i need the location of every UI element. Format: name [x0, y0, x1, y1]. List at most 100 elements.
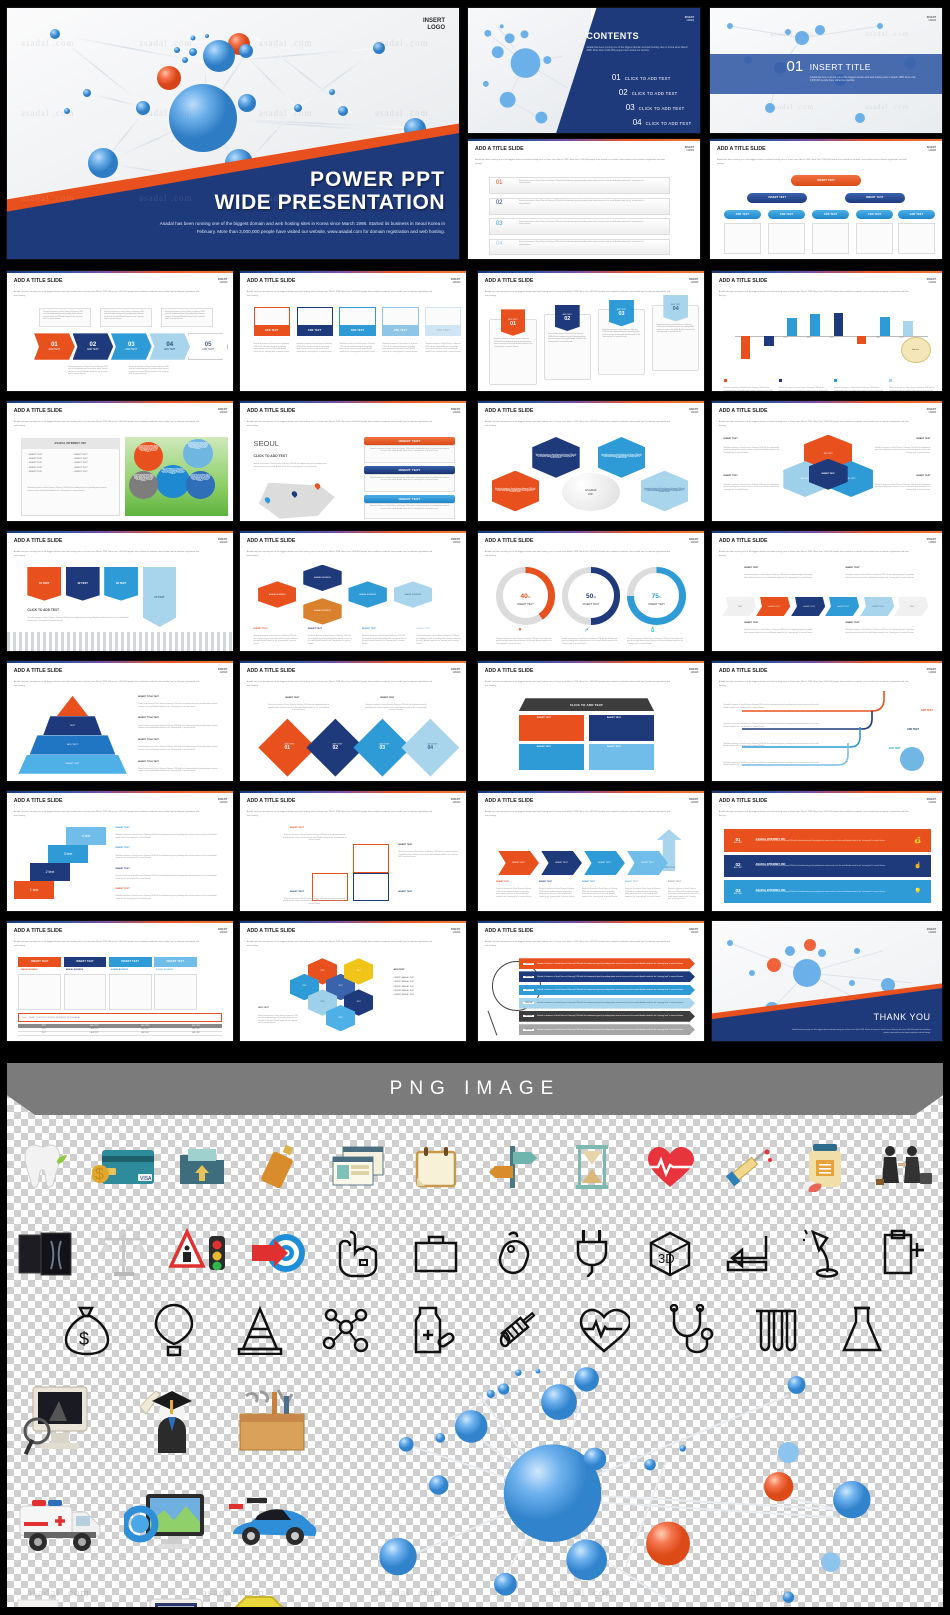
arrow-sequence-slide[interactable]: ADD A TITLE SLIDE Asadal has been runnin…	[478, 791, 704, 911]
sports-car-icon[interactable]	[219, 1494, 325, 1556]
step-chevron[interactable]: INSERT TEXT	[756, 597, 792, 616]
diamond-node[interactable]: ADD TEXT 04	[401, 718, 459, 777]
flow-hex[interactable]: ASADAL BUSINESS	[348, 581, 387, 608]
tooth-icon[interactable]	[7, 1139, 85, 1195]
contents-item-4[interactable]: 04 CLICK TO ADD TEXT	[633, 118, 692, 127]
insert-logo-placeholder[interactable]: INSERT LOGO	[218, 539, 228, 545]
insert-logo-placeholder[interactable]: INSERT LOGO	[689, 539, 699, 545]
seoul-map-slide[interactable]: ADD A TITLE SLIDE Asadal has been runnin…	[240, 401, 466, 521]
stair-step-4[interactable]: 4 text	[65, 827, 107, 845]
contents-slide[interactable]: INSERT LOGO CONTENTS Asadal has been run…	[468, 8, 700, 133]
card-header[interactable]: INSERT TEXT	[63, 957, 107, 967]
hex-cluster-slide[interactable]: ADD A TITLE SLIDE Asadal has been runnin…	[712, 401, 942, 521]
quad-cell[interactable]	[588, 715, 655, 742]
insert-logo-placeholder[interactable]: INSERT LOGO	[423, 18, 445, 32]
org-leaf-node[interactable]: ADD TEXT	[768, 209, 806, 219]
pointing-hand-icon[interactable]	[319, 1228, 397, 1278]
insert-logo-placeholder[interactable]: INSERT LOGO	[689, 929, 699, 935]
banner-tag[interactable]: 04 TEXT	[142, 567, 177, 627]
ribbon-steps-slide[interactable]: ADD A TITLE SLIDE Asadal has been runnin…	[712, 531, 942, 651]
hex-node[interactable]: Started its business in Seoul Korea in F…	[640, 470, 689, 512]
insert-logo-placeholder[interactable]: INSERT LOGO	[927, 409, 937, 415]
hex-node[interactable]: Started its business in Seoul Korea in F…	[532, 437, 580, 478]
org-leaf-node[interactable]: ADD TEXT	[812, 209, 850, 219]
credit-card-icon[interactable]: VISA $	[85, 1144, 163, 1190]
syringe-icon[interactable]	[709, 1142, 787, 1192]
contents-item-1[interactable]: 01 CLICK TO ADD TEXT	[612, 73, 671, 82]
list-row[interactable]: TEXT 06 Started its business in Seoul Kor…	[518, 1024, 695, 1035]
insert-logo-placeholder[interactable]: INSERT LOGO	[927, 147, 937, 153]
card-header[interactable]: INSERT TEXT	[153, 957, 197, 967]
seoul-button[interactable]: INSERT TEXT	[364, 437, 455, 446]
medicine-jar-icon[interactable]	[787, 1142, 865, 1192]
insert-logo-placeholder[interactable]: INSERT LOGO	[927, 799, 937, 805]
seq-arrow[interactable]: INSERT TEXT	[627, 851, 668, 875]
outline-box-navy[interactable]	[353, 872, 390, 902]
tree-bubble[interactable]: Started its business in Seoul Korea in F…	[185, 470, 215, 500]
list-row[interactable]: TEXT 03 Started its business in Seoul Kor…	[518, 984, 695, 996]
signpost-icon[interactable]	[475, 1142, 553, 1192]
chevron-step[interactable]: 04 ADD TEXT	[149, 333, 191, 360]
step-chevron[interactable]: TEXT	[894, 597, 930, 616]
insert-logo-placeholder[interactable]: INSERT LOGO	[218, 669, 228, 675]
insert-logo-placeholder[interactable]: INSERT LOGO	[451, 799, 461, 805]
heartbeat-icon[interactable]	[561, 1307, 647, 1353]
org-node[interactable]: INSERT TEXT	[844, 193, 905, 203]
pyramid-level-1[interactable]	[56, 695, 89, 717]
bar-chart-slide[interactable]: ADD A TITLE SLIDE Asadal has been runnin…	[712, 271, 942, 391]
ribbon-banner-slide[interactable]: ADD A TITLE SLIDE Asadal has been runnin…	[478, 271, 704, 391]
flow-hex[interactable]: ASADAL BUSINESS	[303, 598, 342, 625]
chevron-step[interactable]: 02 ADD TEXT	[72, 333, 114, 360]
banner-tag[interactable]: 01 TEXT	[27, 567, 62, 601]
banner-row[interactable]: 02 ADD TEXT ASADAL INTERNET, INC Started…	[723, 854, 931, 878]
notepad-icon[interactable]	[397, 1144, 475, 1190]
list-row[interactable]: TEXT 01 Started its business in Seoul Kor…	[518, 958, 695, 969]
diamond-steps-slide[interactable]: ADD A TITLE SLIDE Asadal has been runnin…	[240, 661, 466, 781]
insert-logo-placeholder[interactable]: INSERT LOGO	[685, 147, 695, 153]
search-bar[interactable]: Text START YOUR SUCCESSFUL BUSINESS WITH…	[18, 1013, 222, 1022]
insert-logo-placeholder[interactable]: INSERT LOGO	[218, 279, 228, 285]
flow-hex[interactable]: ASADAL BUSINESS	[258, 581, 297, 608]
hex-node[interactable]: Started its business in Seoul Korea in F…	[597, 437, 646, 478]
plug-icon[interactable]	[553, 1228, 631, 1278]
toolbox-icon[interactable]	[219, 1386, 325, 1456]
org-root-node[interactable]: INSERT TEXT	[791, 175, 861, 186]
tree-bubble[interactable]: Started its business in Seoul Korea in F…	[133, 441, 163, 471]
icon-card-slide[interactable]: ADD A TITLE SLIDE Asadal has been runnin…	[240, 271, 466, 391]
seq-arrow[interactable]: INSERT TEXT	[541, 851, 582, 875]
handshake-people-icon[interactable]	[865, 1141, 943, 1193]
insert-logo-placeholder[interactable]: INSERT LOGO	[451, 279, 461, 285]
crosswalk-traffic-icon[interactable]	[163, 1226, 241, 1280]
blood-syringe-icon[interactable]	[475, 1304, 561, 1356]
step-chevron[interactable]: TEXT	[721, 597, 757, 616]
test-tubes-icon[interactable]	[733, 1305, 819, 1355]
desktop-browser-icon[interactable]	[113, 1488, 219, 1562]
stairs-slide[interactable]: ADD A TITLE SLIDE Asadal has been runnin…	[7, 791, 233, 911]
mouse-icon[interactable]	[475, 1229, 553, 1277]
list-row[interactable]: TEXT 05 Started its business in Seoul Kor…	[518, 1011, 695, 1022]
org-leaf-node[interactable]: ADD TEXT	[856, 209, 894, 219]
insert-logo-placeholder[interactable]: INSERT LOGO	[927, 279, 937, 285]
seoul-button[interactable]: INSERT TEXT	[364, 465, 455, 475]
contents-item-2[interactable]: 02 CLICK TO ADD TEXT	[619, 88, 678, 97]
table-cards-slide[interactable]: ADD A TITLE SLIDE Asadal has been runnin…	[7, 921, 233, 1041]
insert-logo-placeholder[interactable]: INSERT LOGO	[451, 539, 461, 545]
banner-tag[interactable]: 03 TEXT	[104, 567, 139, 601]
step-chevron[interactable]: INSERT TEXT	[790, 597, 826, 616]
ribbon-tag[interactable]: ADD TEXT 04	[663, 295, 689, 322]
stair-step-3[interactable]: 3 text	[47, 845, 89, 863]
card-label[interactable]: ADD TEXT	[382, 325, 419, 336]
pyramid-level-2[interactable]: TEXT	[43, 716, 102, 736]
card-label[interactable]: ADD TEXT	[296, 325, 333, 336]
traffic-cone-icon[interactable]	[217, 1305, 303, 1355]
numbered-list-slide[interactable]: ADD A TITLE SLIDE Asadal has been runnin…	[468, 139, 700, 259]
pyramid-level-4[interactable]: INSERT TEXT	[18, 754, 127, 774]
tree-infographic-slide[interactable]: ADD A TITLE SLIDE Asadal has been runnin…	[7, 401, 233, 521]
money-bag-icon[interactable]: $	[44, 1304, 130, 1356]
section-divider-slide[interactable]: INSERT LOGO 01 INSERT TITLE Asadal has b…	[710, 8, 942, 133]
3d-cube-icon[interactable]: 3D	[631, 1229, 709, 1277]
flow-hex[interactable]: ASADAL BUSINESS	[303, 564, 342, 591]
quad-cell[interactable]	[588, 743, 655, 771]
chevron-step[interactable]: 05 ADD TEXT	[187, 333, 229, 360]
chevron-step[interactable]: 03 ADD TEXT	[110, 333, 152, 360]
